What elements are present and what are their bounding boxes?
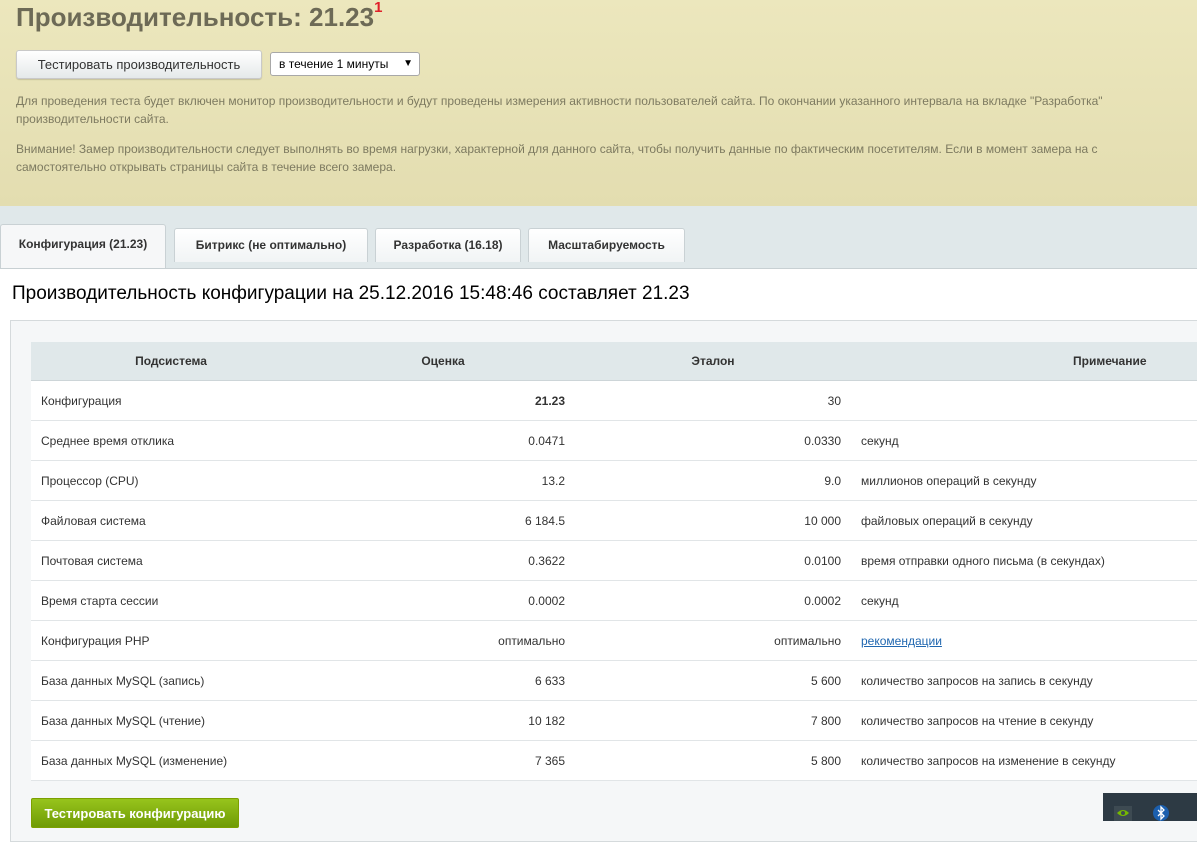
table-row: База данных MySQL (чтение) 10 182 7 800 … [31, 700, 1197, 741]
cell-subsystem: Процессор (CPU) [31, 460, 311, 501]
cell-note: время отправки одного письма (в секундах… [851, 540, 1197, 581]
cell-subsystem: База данных MySQL (запись) [31, 660, 311, 701]
cell-score: 10 182 [311, 700, 575, 741]
title-text: Производительность: 21.23 [16, 2, 375, 32]
cell-reference: 7 800 [575, 700, 851, 741]
page-title: Производительность: 21.231 [16, 0, 383, 33]
table-row: Среднее время отклика 0.0471 0.0330 секу… [31, 420, 1197, 461]
table-row: Конфигурация PHP оптимально оптимально р… [31, 620, 1197, 661]
warning-text-line1: Внимание! Замер производительности следу… [16, 142, 1098, 156]
cell-note: файловых операций в секунду [851, 500, 1197, 541]
cell-score: 6 633 [311, 660, 575, 701]
info-text-line2: производительности сайта. [16, 112, 169, 126]
cell-reference: 0.0100 [575, 540, 851, 581]
cell-score: 0.0002 [311, 580, 575, 621]
cell-subsystem: Время старта сессии [31, 580, 311, 621]
column-header-subsystem: Подсистема [31, 342, 311, 381]
performance-header: Производительность: 21.231 Тестировать п… [0, 0, 1197, 206]
cell-note: рекомендации [851, 620, 1197, 661]
dropdown-arrow-icon: ▼ [403, 58, 413, 69]
cell-score: 13.2 [311, 460, 575, 501]
table-row: Конфигурация 21.23 30 [31, 380, 1197, 421]
cell-subsystem: Почтовая система [31, 540, 311, 581]
cell-reference: 30 [575, 380, 851, 421]
cell-subsystem: База данных MySQL (изменение) [31, 740, 311, 781]
cell-note [851, 380, 1197, 421]
duration-select-value: в течение 1 минуты [279, 57, 389, 71]
tab-bitrix[interactable]: Битрикс (не оптимально) [174, 228, 368, 262]
cell-note: количество запросов на изменение в секун… [851, 740, 1197, 781]
test-configuration-button[interactable]: Тестировать конфигурацию [31, 798, 239, 828]
cell-reference: 0.0002 [575, 580, 851, 621]
cell-note: количество запросов на запись в секунду [851, 660, 1197, 701]
column-header-note: Примечание [851, 342, 1197, 381]
cell-subsystem: Файловая система [31, 500, 311, 541]
section-title: Производительность конфигурации на 25.12… [12, 283, 690, 304]
bluetooth-icon[interactable] [1151, 803, 1171, 821]
cell-note: количество запросов на чтение в секунду [851, 700, 1197, 741]
tab-scalability[interactable]: Масштабируемость [528, 228, 685, 262]
cell-score: 6 184.5 [311, 500, 575, 541]
table-row: Файловая система 6 184.5 10 000 файловых… [31, 500, 1197, 541]
table-row: Процессор (CPU) 13.2 9.0 миллионов опера… [31, 460, 1197, 501]
recommendations-link[interactable]: рекомендации [861, 634, 942, 648]
cell-reference: 5 600 [575, 660, 851, 701]
cell-reference: оптимально [575, 620, 851, 661]
cell-note: секунд [851, 580, 1197, 621]
cell-reference: 9.0 [575, 460, 851, 501]
table-row: База данных MySQL (изменение) 7 365 5 80… [31, 740, 1197, 781]
duration-select[interactable]: в течение 1 минуты ▼ [270, 52, 420, 76]
cell-score: 0.0471 [311, 420, 575, 461]
table-header-row: Подсистема Оценка Эталон Примечание [31, 342, 1197, 381]
cell-score: 7 365 [311, 740, 575, 781]
table-row: Почтовая система 0.3622 0.0100 время отп… [31, 540, 1197, 581]
cell-subsystem: Среднее время отклика [31, 420, 311, 461]
cell-subsystem: База данных MySQL (чтение) [31, 700, 311, 741]
table-row: Время старта сессии 0.0002 0.0002 секунд [31, 580, 1197, 621]
system-tray [1103, 793, 1197, 821]
nvidia-icon[interactable] [1113, 803, 1133, 821]
warning-text-line2: самостоятельно открывать страницы сайта … [16, 160, 397, 174]
info-text-line1: Для проведения теста будет включен монит… [16, 94, 1103, 108]
cell-score: оптимально [311, 620, 575, 661]
cell-subsystem: Конфигурация [31, 380, 311, 421]
results-table: Подсистема Оценка Эталон Примечание Конф… [31, 342, 1197, 781]
title-footnote: 1 [374, 0, 383, 17]
cell-score: 0.3622 [311, 540, 575, 581]
test-performance-button[interactable]: Тестировать производительность [16, 50, 262, 79]
column-header-score: Оценка [311, 342, 575, 381]
cell-note: секунд [851, 420, 1197, 461]
tab-configuration[interactable]: Конфигурация (21.23) [0, 224, 166, 268]
cell-reference: 0.0330 [575, 420, 851, 461]
cell-subsystem: Конфигурация PHP [31, 620, 311, 661]
column-header-reference: Эталон [575, 342, 851, 381]
table-row: База данных MySQL (запись) 6 633 5 600 к… [31, 660, 1197, 701]
tab-development[interactable]: Разработка (16.18) [375, 228, 521, 262]
cell-note: миллионов операций в секунду [851, 460, 1197, 501]
cell-reference: 10 000 [575, 500, 851, 541]
cell-reference: 5 800 [575, 740, 851, 781]
cell-score: 21.23 [311, 380, 575, 421]
